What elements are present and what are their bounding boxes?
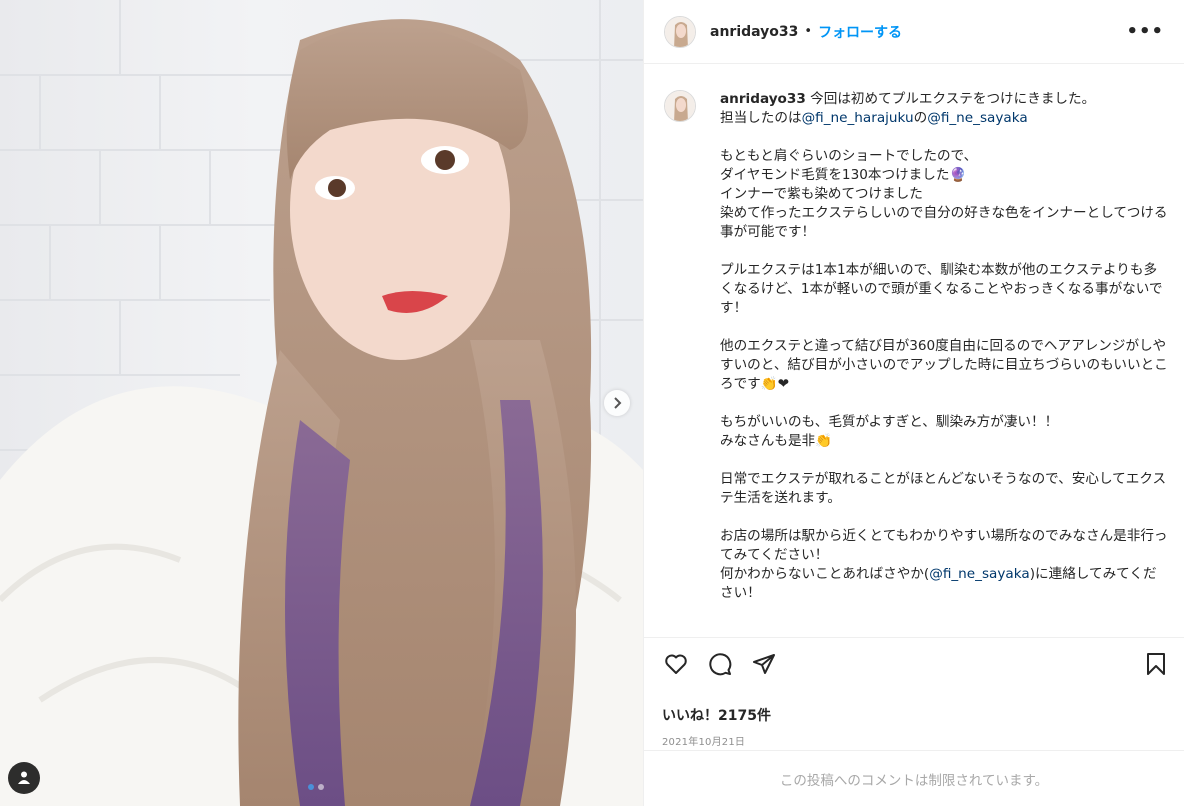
- chevron-right-icon: [612, 394, 622, 413]
- tagged-users-button[interactable]: [8, 762, 40, 794]
- caption-text: anridayo33 今回は初めてプルエクステをつけにきました。 担当したのは@…: [720, 90, 1168, 637]
- paper-plane-icon: [752, 652, 776, 680]
- carousel-dot-1: [308, 784, 314, 790]
- avatar[interactable]: [664, 15, 696, 48]
- photo-image: [0, 0, 643, 806]
- comment-icon: [708, 652, 732, 680]
- comments-limited-notice: この投稿へのコメントは制限されています。: [644, 750, 1184, 806]
- save-button[interactable]: [1142, 652, 1170, 680]
- caption-avatar[interactable]: [664, 90, 696, 122]
- post-side-panel: anridayo33 • フォローする ••• anridayo33 今回は初め…: [643, 0, 1184, 806]
- comment-button[interactable]: [706, 652, 734, 680]
- share-button[interactable]: [750, 652, 778, 680]
- heart-icon: [664, 653, 688, 679]
- carousel-indicator: [308, 784, 324, 790]
- mention-link[interactable]: @fi_ne_sayaka: [929, 566, 1029, 582]
- post-username[interactable]: anridayo33: [710, 24, 798, 40]
- action-bar: [644, 637, 1184, 693]
- caption-section: anridayo33 今回は初めてプルエクステをつけにきました。 担当したのは@…: [644, 64, 1184, 637]
- more-options-icon[interactable]: •••: [1126, 21, 1164, 42]
- caption-username[interactable]: anridayo33: [720, 91, 806, 107]
- post-header: anridayo33 • フォローする •••: [644, 0, 1184, 64]
- post-photo[interactable]: [0, 0, 643, 806]
- like-button[interactable]: [662, 652, 690, 680]
- user-tag-icon: [17, 769, 31, 788]
- follow-button[interactable]: フォローする: [818, 22, 902, 42]
- carousel-dot-2: [318, 784, 324, 790]
- mention-link[interactable]: @fi_ne_harajuku: [802, 110, 914, 126]
- separator-dot: •: [804, 24, 813, 39]
- mention-link[interactable]: @fi_ne_sayaka: [927, 110, 1027, 126]
- next-photo-button[interactable]: [604, 390, 630, 416]
- bookmark-icon: [1146, 652, 1166, 680]
- likes-count[interactable]: いいね！2175件: [644, 693, 1184, 729]
- caption-body: もともと肩ぐらいのショートでしたので、 ダイヤモンド毛質を130本つけました🔮 …: [720, 148, 1168, 582]
- caption-mid: の: [913, 110, 928, 126]
